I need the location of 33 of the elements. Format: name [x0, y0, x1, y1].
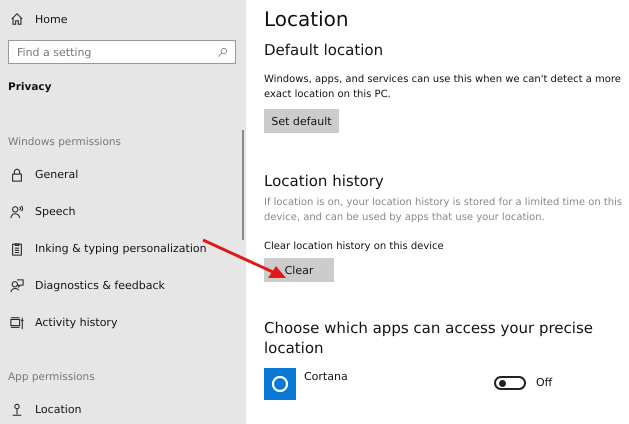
app-icon	[264, 368, 296, 400]
group-title: Windows permissions	[8, 136, 122, 148]
search-icon	[217, 47, 228, 58]
sidebar-item[interactable]: Inking & typing personalization	[8, 230, 236, 267]
activity-icon	[10, 316, 24, 330]
app-name: Cortana	[304, 370, 349, 383]
page-title: Location	[264, 6, 350, 32]
section-heading: Location history	[264, 171, 385, 191]
toggle-state: Off	[536, 376, 552, 389]
search-field[interactable]: Find a setting	[8, 40, 236, 64]
section-heading: Choose which apps can access your precise location	[264, 318, 594, 358]
speech-icon	[10, 204, 24, 218]
clipboard-icon	[10, 242, 24, 256]
home-icon	[10, 12, 24, 26]
set-default-button[interactable]: Set default	[264, 109, 339, 133]
clear-label: Clear location history on this device	[264, 240, 445, 254]
home-link[interactable]: Home	[8, 11, 236, 27]
feedback-icon	[10, 278, 24, 292]
location-icon	[10, 402, 24, 416]
lock-icon	[10, 168, 24, 182]
sidebar-item[interactable]: General	[8, 156, 236, 193]
sidebar-item[interactable]: Location	[8, 391, 236, 424]
group-title: App permissions	[8, 371, 96, 383]
section-heading: Default location	[264, 40, 384, 60]
description-text: If location is on, your location history is stored for a limited time on this device, and can be used by apps that use your location.	[264, 196, 624, 225]
sidebar-item[interactable]: Diagnostics & feedback	[8, 267, 236, 304]
sidebar-item[interactable]: Activity history	[8, 304, 236, 341]
toggle-switch[interactable]	[494, 376, 526, 390]
scrollbar[interactable]	[242, 130, 244, 240]
sidebar-item[interactable]: Speech	[8, 193, 236, 230]
section-title: Privacy	[8, 81, 52, 93]
clear-button[interactable]: Clear	[264, 258, 334, 282]
description-text: Windows, apps, and services can use this when we can't detect a more exact location on this PC.	[264, 73, 622, 102]
